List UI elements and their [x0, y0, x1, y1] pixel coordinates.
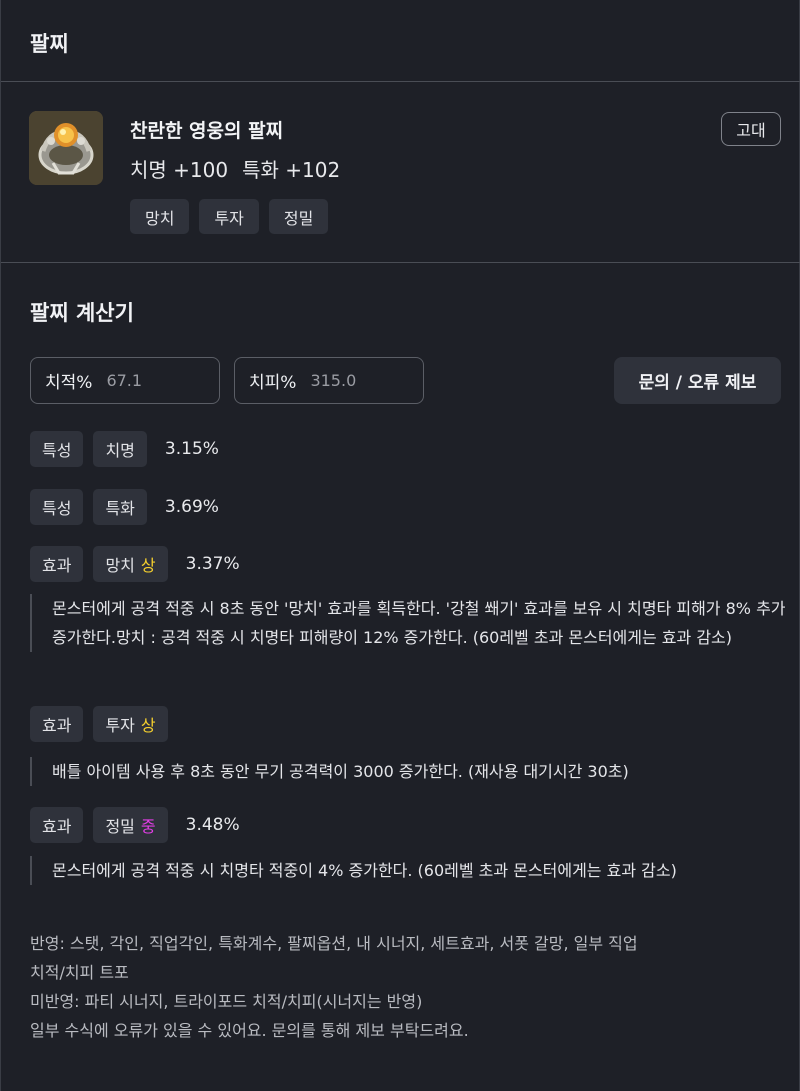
crit-rate-input[interactable] [106, 371, 197, 390]
item-card: 찬란한 영웅의 팔찌 치명 +100 특화 +102 고대 망치 투자 정밀 [1, 83, 800, 263]
option-name: 치명 [105, 441, 135, 460]
option-type-chip: 효과 [30, 706, 84, 742]
option-grade: 상 [140, 716, 156, 735]
option-description: 몬스터에게 공격 적중 시 치명타 적중이 4% 증가한다. (60레벨 초과 … [30, 856, 790, 885]
option-value: 3.37% [185, 554, 240, 574]
footer-line: 반영: 스탯, 각인, 직업각인, 특화계수, 팔찌옵션, 내 시너지, 세트효… [30, 934, 638, 953]
option-type-chip: 효과 [30, 807, 84, 843]
option-name-chip: 투자 상 [93, 706, 168, 742]
option-name: 망치 [105, 556, 135, 575]
crit-rate-label: 치적% [45, 373, 93, 393]
option-row: 효과 정밀 중 3.48% [30, 807, 240, 843]
option-value: 3.69% [164, 497, 219, 517]
item-stat: 치명 +100 [130, 158, 229, 182]
option-name-chip: 치명 [93, 431, 147, 467]
footer-line: 미반영: 파티 시너지, 트라이포드 치적/치피(시너지는 반영) [30, 992, 423, 1011]
crit-damage-input[interactable] [310, 371, 401, 390]
option-type-chip: 효과 [30, 546, 84, 582]
option-name-chip: 정밀 중 [93, 807, 168, 843]
report-button[interactable]: 문의 / 오류 제보 [614, 357, 781, 404]
crit-damage-field[interactable]: 치피% [234, 357, 424, 404]
item-tag: 망치 [130, 199, 190, 234]
item-tag: 투자 [199, 199, 259, 234]
option-description: 몬스터에게 공격 적중 시 8초 동안 '망치' 효과를 획득한다. '강철 쐐… [30, 594, 790, 652]
option-type-chip: 특성 [30, 489, 84, 525]
option-name: 정밀 [105, 817, 135, 836]
footer-line: 일부 수식에 오류가 있을 수 있어요. 문의를 통해 제보 부탁드려요. [30, 1021, 469, 1040]
item-tag: 정밀 [268, 199, 329, 234]
page-title: 팔찌 [30, 32, 69, 56]
option-grade: 중 [140, 817, 156, 836]
option-name-chip: 특화 [93, 489, 147, 525]
option-row: 특성 치명 3.15% [30, 431, 219, 467]
calculator-title: 팔찌 계산기 [30, 301, 134, 325]
item-stats: 치명 +100 특화 +102 [130, 154, 354, 183]
option-type-chip: 특성 [30, 431, 84, 467]
option-row: 효과 망치 상 3.37% [30, 546, 240, 582]
option-grade: 상 [140, 556, 156, 575]
option-row: 효과 투자 상 [30, 706, 178, 742]
item-stat: 특화 +102 [242, 158, 341, 182]
option-description: 배틀 아이템 사용 후 8초 동안 무기 공격력이 3000 증가한다. (재사… [30, 757, 790, 786]
option-name: 특화 [105, 499, 135, 518]
option-row: 특성 특화 3.69% [30, 489, 219, 525]
crit-rate-field[interactable]: 치적% [30, 357, 220, 404]
header: 팔찌 [1, 0, 800, 82]
footer-line: 치적/치피 트포 [30, 963, 129, 982]
crit-damage-label: 치피% [249, 373, 297, 393]
option-name: 투자 [105, 716, 135, 735]
option-name-chip: 망치 상 [93, 546, 168, 582]
bracelet-panel: 팔찌 찬란한 영웅의 팔찌 치명 +100 특화 +102 고대 망치 투자 정… [0, 0, 800, 1091]
footer-notes: 반영: 스탯, 각인, 직업각인, 특화계수, 팔찌옵션, 내 시너지, 세트효… [30, 929, 770, 1045]
item-tags: 망치 투자 정밀 [130, 199, 329, 234]
grade-badge: 고대 [721, 112, 781, 146]
option-value: 3.48% [185, 815, 240, 835]
option-value: 3.15% [164, 439, 219, 459]
item-name: 찬란한 영웅의 팔찌 [130, 120, 284, 142]
bracelet-icon [29, 111, 103, 185]
